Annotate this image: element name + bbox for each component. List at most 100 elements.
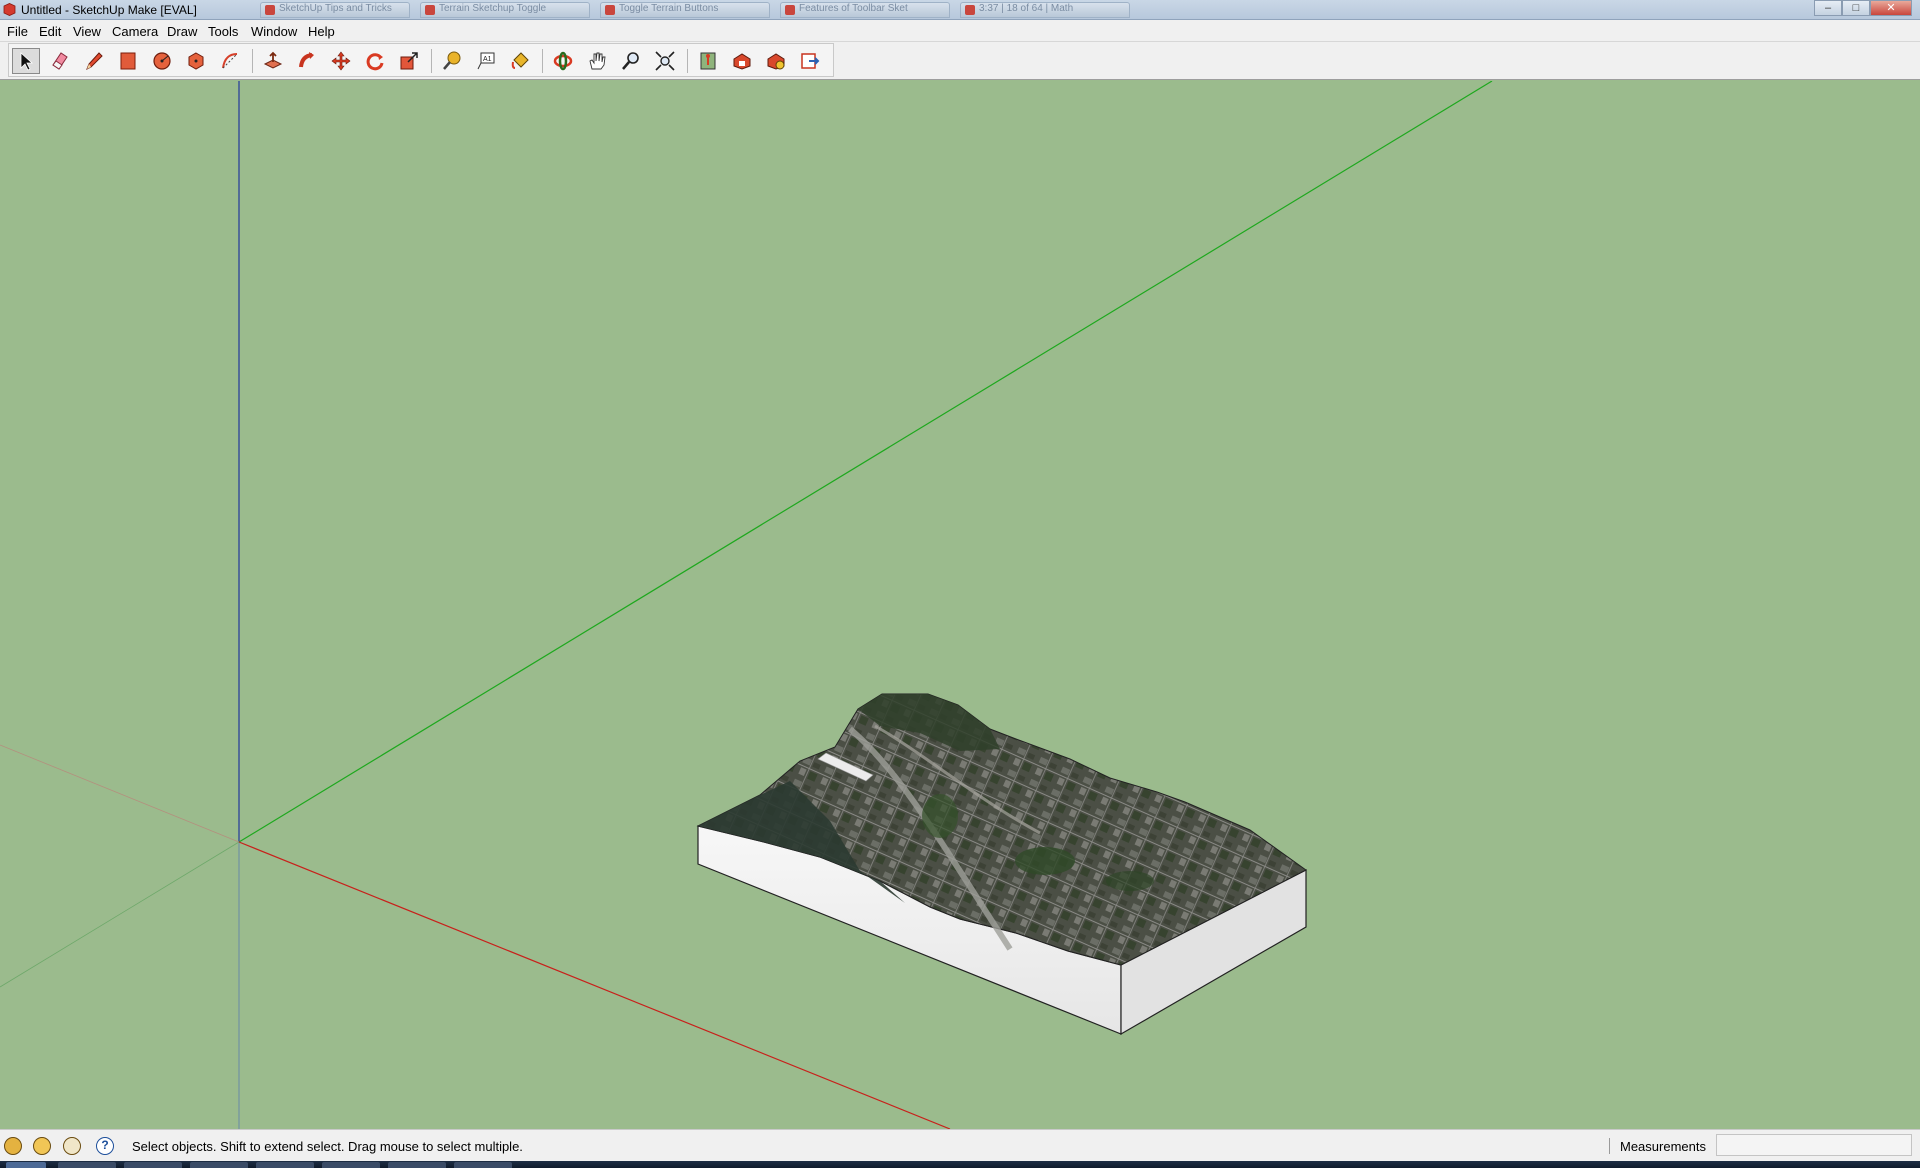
taskbar-item[interactable] bbox=[256, 1162, 314, 1168]
orbit-icon bbox=[553, 51, 573, 71]
menu-tools[interactable]: Tools bbox=[208, 24, 238, 39]
text-icon: A1 bbox=[477, 52, 495, 70]
polygon-tool-button[interactable] bbox=[182, 48, 210, 74]
select-tool-button[interactable] bbox=[12, 48, 40, 74]
background-tab[interactable]: Toggle Terrain Buttons bbox=[600, 2, 770, 18]
warehouse-icon bbox=[733, 53, 751, 70]
measurements-input[interactable] bbox=[1716, 1134, 1912, 1156]
taskbar-item[interactable] bbox=[190, 1162, 248, 1168]
rotate-tool-button[interactable] bbox=[361, 48, 389, 74]
tab-icon bbox=[265, 5, 275, 15]
menu-file[interactable]: File bbox=[7, 24, 28, 39]
tab-icon bbox=[785, 5, 795, 15]
tab-icon bbox=[605, 5, 615, 15]
hand-icon bbox=[589, 52, 606, 70]
taskbar-item[interactable] bbox=[388, 1162, 446, 1168]
pan-tool-button[interactable] bbox=[583, 48, 611, 74]
taskbar-item[interactable] bbox=[322, 1162, 380, 1168]
close-button[interactable]: ✕ bbox=[1870, 0, 1912, 16]
title-bar: Untitled - SketchUp Make [EVAL] SketchUp… bbox=[0, 0, 1920, 20]
window-title: Untitled - SketchUp Make [EVAL] bbox=[21, 3, 197, 17]
toolbar-separator bbox=[252, 49, 253, 73]
sketchup-app-icon bbox=[3, 3, 16, 16]
polygon-icon bbox=[188, 52, 204, 70]
menu-draw[interactable]: Draw bbox=[167, 24, 197, 39]
svg-text:A1: A1 bbox=[483, 56, 492, 63]
paint-bucket-tool-button[interactable] bbox=[506, 48, 534, 74]
zoom-extents-tool-button[interactable] bbox=[651, 48, 679, 74]
start-button[interactable] bbox=[6, 1162, 46, 1168]
menu-bar: File Edit View Camera Draw Tools Window … bbox=[0, 20, 1920, 42]
toolbar-separator bbox=[687, 49, 688, 73]
line-tool-button[interactable] bbox=[80, 48, 108, 74]
push-pull-tool-button[interactable] bbox=[259, 48, 287, 74]
geolocation-icon[interactable] bbox=[4, 1137, 22, 1155]
taskbar-item[interactable] bbox=[58, 1162, 116, 1168]
arc-icon bbox=[222, 53, 238, 69]
user-icon[interactable] bbox=[63, 1137, 81, 1155]
scale-icon bbox=[400, 52, 418, 70]
large-tool-set-toolbar: A1 bbox=[0, 42, 1920, 80]
red-axis-hidden bbox=[0, 744, 240, 843]
tape-measure-icon bbox=[443, 51, 461, 70]
map-pin-icon bbox=[700, 52, 716, 70]
move-tool-button[interactable] bbox=[327, 48, 355, 74]
eraser-tool-button[interactable] bbox=[46, 48, 74, 74]
rectangle-tool-button[interactable] bbox=[114, 48, 142, 74]
background-tab[interactable]: Features of Toolbar Sket bbox=[780, 2, 950, 18]
move-icon bbox=[331, 51, 351, 71]
taskbar-item[interactable] bbox=[124, 1162, 182, 1168]
credits-icon[interactable] bbox=[33, 1137, 51, 1155]
taskbar-item[interactable] bbox=[454, 1162, 512, 1168]
menu-edit[interactable]: Edit bbox=[39, 24, 61, 39]
zoom-extents-icon bbox=[655, 51, 675, 71]
scale-tool-button[interactable] bbox=[395, 48, 423, 74]
tree-patch bbox=[1015, 847, 1075, 875]
text-tool-button[interactable]: A1 bbox=[472, 48, 500, 74]
paint-bucket-icon bbox=[511, 52, 529, 69]
pencil-icon bbox=[86, 52, 103, 71]
measurements-label: Measurements bbox=[1620, 1139, 1706, 1154]
measurements-divider bbox=[1609, 1138, 1610, 1154]
tape-measure-tool-button[interactable] bbox=[438, 48, 466, 74]
extension-icon bbox=[767, 53, 785, 70]
rectangle-icon bbox=[120, 52, 136, 70]
arrow-cursor-icon bbox=[20, 52, 34, 71]
tab-icon bbox=[425, 5, 435, 15]
arc-tool-button[interactable] bbox=[216, 48, 244, 74]
magnifier-icon bbox=[622, 52, 639, 70]
os-taskbar bbox=[0, 1161, 1920, 1168]
extension-warehouse-tool-button[interactable] bbox=[762, 48, 790, 74]
terrain-model[interactable] bbox=[696, 693, 1307, 1036]
toolbar-separator bbox=[431, 49, 432, 73]
send-to-layout-tool-button[interactable] bbox=[796, 48, 824, 74]
tree-patch bbox=[1106, 871, 1154, 891]
layout-icon bbox=[801, 53, 820, 69]
add-location-tool-button[interactable] bbox=[694, 48, 722, 74]
circle-tool-button[interactable] bbox=[148, 48, 176, 74]
scene-canvas[interactable] bbox=[0, 81, 1920, 1129]
follow-me-icon bbox=[299, 52, 314, 68]
push-pull-icon bbox=[263, 51, 283, 69]
status-bar: ? Select objects. Shift to extend select… bbox=[0, 1129, 1920, 1161]
tree-patch bbox=[922, 794, 958, 838]
follow-me-tool-button[interactable] bbox=[293, 48, 321, 74]
menu-view[interactable]: View bbox=[73, 24, 101, 39]
rotate-icon bbox=[366, 53, 384, 71]
toolbar-separator bbox=[542, 49, 543, 73]
background-tab[interactable]: 3:37 | 18 of 64 | Math bbox=[960, 2, 1130, 18]
circle-icon bbox=[153, 52, 171, 70]
background-tab[interactable]: Terrain Sketchup Toggle bbox=[420, 2, 590, 18]
minimize-button[interactable]: – bbox=[1814, 0, 1842, 16]
tool-strip: A1 bbox=[8, 43, 834, 77]
help-icon[interactable]: ? bbox=[96, 1137, 114, 1155]
background-tab[interactable]: SketchUp Tips and Tricks bbox=[260, 2, 410, 18]
3d-warehouse-tool-button[interactable] bbox=[728, 48, 756, 74]
menu-camera[interactable]: Camera bbox=[112, 24, 158, 39]
zoom-tool-button[interactable] bbox=[617, 48, 645, 74]
model-viewport[interactable] bbox=[0, 81, 1920, 1129]
menu-window[interactable]: Window bbox=[251, 24, 297, 39]
menu-help[interactable]: Help bbox=[308, 24, 335, 39]
maximize-button[interactable]: □ bbox=[1842, 0, 1870, 16]
orbit-tool-button[interactable] bbox=[549, 48, 577, 74]
